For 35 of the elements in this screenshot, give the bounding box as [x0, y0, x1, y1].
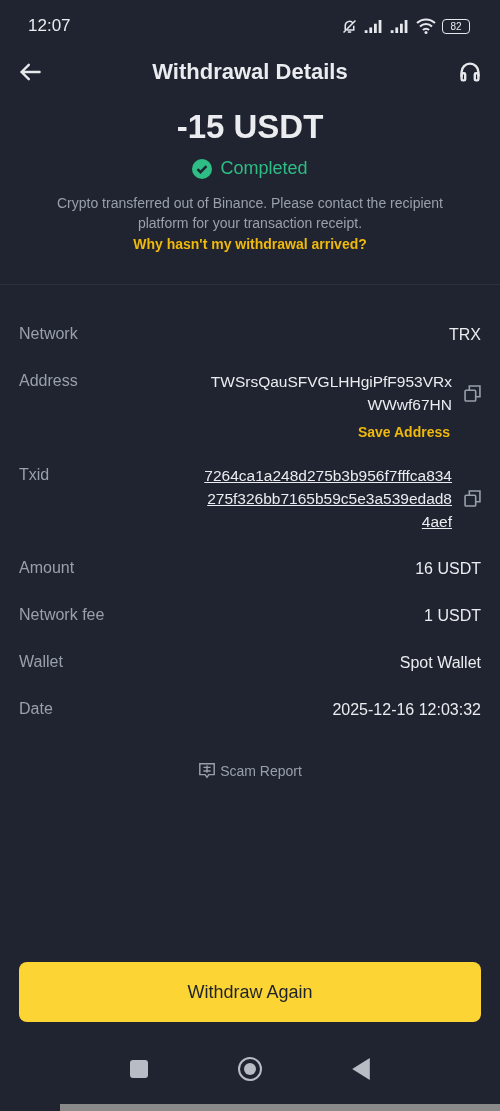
signal-icon	[364, 19, 384, 33]
field-value: 2025-12-16 12:03:32	[332, 700, 481, 720]
field-value: 16 USDT	[415, 559, 481, 579]
field-value: Spot Wallet	[399, 653, 481, 673]
scam-report-button[interactable]: Scam Report	[192, 761, 308, 781]
withdraw-again-button[interactable]: Withdraw Again	[19, 962, 481, 1022]
field-label: Wallet	[19, 652, 63, 672]
field-label: Txid	[19, 465, 50, 485]
withdrawal-amount: -15 USDT	[176, 108, 324, 146]
copy-icon[interactable]	[464, 490, 481, 507]
txid-link[interactable]: 7264ca1a248d275b3b956f7fffca834275f326bb7165b59c5e3a539edad84aef	[200, 464, 452, 533]
field-value: 1 USDT	[424, 606, 481, 626]
save-address-link[interactable]: Save Address	[357, 424, 450, 440]
field-label: Address	[19, 371, 78, 391]
muted-bell-icon	[341, 17, 358, 35]
field-label: Network	[19, 324, 78, 344]
signal-icon	[390, 19, 410, 33]
headset-icon	[458, 60, 482, 84]
field-value: TRX	[449, 325, 481, 345]
report-icon	[198, 762, 217, 780]
check-circle-icon	[192, 158, 213, 179]
copy-icon[interactable]	[464, 384, 481, 402]
clock-time: 12:07	[28, 16, 71, 36]
home-button[interactable]	[238, 1057, 262, 1081]
address-value: TWSrsQauSFVGLHHgiPfF953VRxWWwf67HN	[209, 372, 452, 415]
info-text: Crypto transferred out of Binance. Please contact the recipient platform for your transaction receipt.	[56, 194, 444, 233]
battery-indicator: 82	[442, 18, 470, 34]
page-title: Withdrawal Details	[152, 59, 348, 85]
back-triangle-icon[interactable]	[352, 1058, 370, 1080]
field-label: Date	[19, 699, 53, 719]
wifi-icon	[416, 18, 436, 34]
help-link[interactable]: Why hasn't my withdrawal arrived?	[133, 236, 367, 252]
field-label: Amount	[19, 558, 75, 578]
field-label: Network fee	[19, 605, 105, 625]
status-label: Completed	[220, 158, 308, 179]
